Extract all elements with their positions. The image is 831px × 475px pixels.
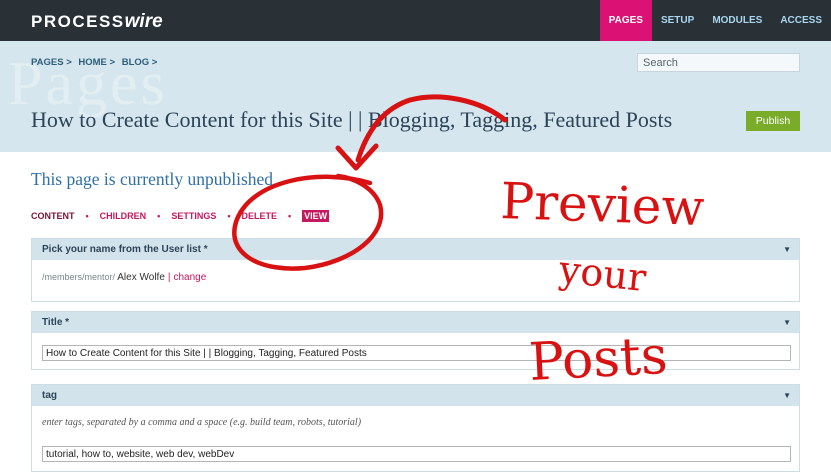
field-tag-header[interactable]: tag ▼: [32, 385, 799, 406]
field-user: Pick your name from the User list * ▼ /m…: [31, 238, 800, 302]
user-path: /members/mentor/: [42, 272, 116, 282]
field-tag-label: tag: [42, 390, 57, 401]
publish-button[interactable]: Publish: [746, 111, 800, 131]
unpublished-notice: This page is currently unpublished: [31, 169, 274, 189]
collapse-caret-icon[interactable]: ▼: [783, 385, 791, 406]
breadcrumb: PAGES > HOME > BLOG >: [31, 57, 161, 68]
tab-separator: •: [288, 211, 292, 221]
page-edit-tabs: CONTENT • CHILDREN • SETTINGS • DELETE •…: [31, 210, 330, 222]
nav-setup[interactable]: SETUP: [652, 0, 703, 41]
main-nav: PAGES SETUP MODULES ACCESS: [599, 0, 831, 41]
nav-access[interactable]: ACCESS: [771, 0, 831, 41]
logo-brand: PROCESS: [31, 12, 125, 31]
tag-input[interactable]: tutorial, how to, website, web dev, webD…: [42, 446, 791, 462]
top-navigation-bar: PROCESSwire PAGES SETUP MODULES ACCESS: [0, 0, 831, 41]
tab-view[interactable]: VIEW: [302, 210, 330, 222]
page-title: How to Create Content for this Site | | …: [31, 107, 673, 132]
breadcrumb-pages[interactable]: PAGES >: [31, 57, 72, 68]
tab-content[interactable]: CONTENT: [31, 211, 75, 221]
tab-delete[interactable]: DELETE: [241, 211, 277, 221]
collapse-caret-icon[interactable]: ▼: [783, 312, 791, 333]
page-header: Pages PAGES > HOME > BLOG > Search How t…: [0, 41, 831, 152]
field-title: Title * ▼ How to Create Content for this…: [31, 311, 800, 370]
collapse-caret-icon[interactable]: ▼: [783, 239, 791, 260]
field-user-header[interactable]: Pick your name from the User list * ▼: [32, 239, 799, 260]
title-input[interactable]: How to Create Content for this Site | | …: [42, 345, 791, 361]
nav-pages[interactable]: PAGES: [599, 0, 652, 41]
user-name: Alex Wolfe: [117, 272, 165, 283]
tag-hint: enter tags, separated by a comma and a s…: [42, 417, 362, 428]
user-separator: |: [167, 272, 171, 283]
logo-suffix: wire: [124, 11, 163, 32]
field-user-label: Pick your name from the User list *: [42, 244, 208, 255]
field-tag: tag ▼ enter tags, separated by a comma a…: [31, 384, 800, 472]
tab-settings[interactable]: SETTINGS: [171, 211, 216, 221]
tab-separator: •: [85, 211, 89, 221]
annotation-text-preview: Preview: [500, 172, 706, 237]
nav-modules[interactable]: MODULES: [703, 0, 771, 41]
change-user-link[interactable]: change: [174, 272, 207, 283]
tab-separator: •: [157, 211, 161, 221]
breadcrumb-blog[interactable]: BLOG >: [122, 57, 158, 68]
tab-children[interactable]: CHILDREN: [100, 211, 147, 221]
selected-user: /members/mentor/ Alex Wolfe | change: [42, 272, 206, 283]
breadcrumb-home[interactable]: HOME >: [78, 57, 115, 68]
field-title-label: Title *: [42, 317, 70, 328]
field-title-header[interactable]: Title * ▼: [32, 312, 799, 333]
tab-separator: •: [227, 211, 231, 221]
search-input[interactable]: Search: [637, 53, 800, 72]
processwire-logo[interactable]: PROCESSwire: [31, 11, 163, 33]
